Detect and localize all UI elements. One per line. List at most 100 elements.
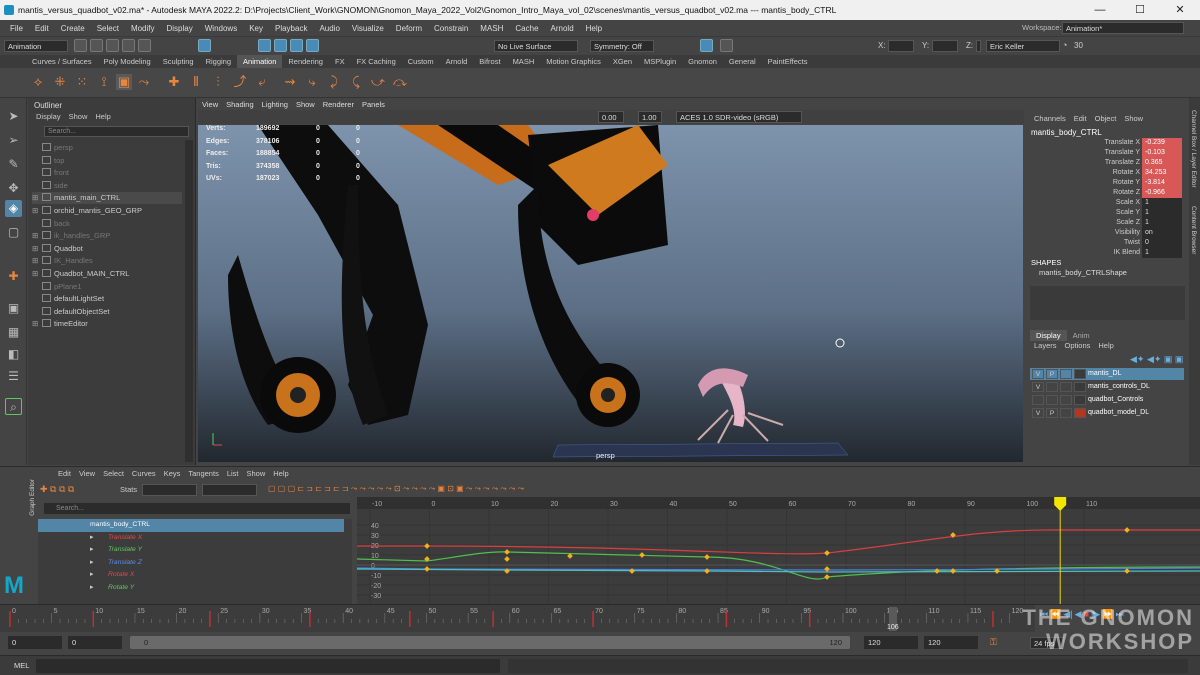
layer-row[interactable]: V Pmantis_DL bbox=[1030, 368, 1184, 380]
layer-visibility-toggle[interactable]: V bbox=[1032, 408, 1044, 418]
shelf-tab-curves-surfaces[interactable]: Curves / Surfaces bbox=[26, 55, 98, 68]
viewport-menu-shading[interactable]: Shading bbox=[222, 100, 258, 109]
expand-icon[interactable]: ⊞ bbox=[32, 243, 42, 255]
menu-edit[interactable]: Edit bbox=[29, 24, 55, 33]
outliner-item[interactable]: ⊞ IK_Handles bbox=[32, 255, 182, 267]
viewport-menu-panels[interactable]: Panels bbox=[358, 100, 389, 109]
layer-color-swatch[interactable] bbox=[1074, 382, 1086, 392]
graph-editor-menu-tangents[interactable]: Tangents bbox=[184, 469, 222, 478]
tangent-tools-icon[interactable]: ▢ ▢ ▢ ⊏ ⊐ ⊏ ⊐ ⊏ ⊐ ⤳ ⤳ ⤳ ⤳ ⤳ ⊡ ⤳ ⤳ ⤳ ⤳ ▣ … bbox=[268, 484, 524, 494]
live-surface-dropdown[interactable]: No Live Surface bbox=[494, 40, 578, 52]
channel-value-field[interactable]: on bbox=[1142, 228, 1182, 238]
snap-point-icon[interactable] bbox=[290, 39, 303, 52]
select-tool-icon[interactable]: ➤ bbox=[5, 108, 22, 125]
shelf-tab-rigging[interactable]: Rigging bbox=[200, 55, 237, 68]
new-scene-icon[interactable] bbox=[74, 39, 87, 52]
channel-row[interactable]: Twist 0 bbox=[1026, 238, 1186, 248]
outliner-search-input[interactable]: Search... bbox=[44, 126, 189, 137]
outliner-scrollbar[interactable] bbox=[185, 140, 193, 462]
undo-icon[interactable] bbox=[122, 39, 135, 52]
playback-end-field[interactable]: 120 bbox=[864, 636, 918, 649]
menu-key[interactable]: Key bbox=[243, 24, 269, 33]
stats-field-2[interactable] bbox=[202, 484, 257, 496]
layer-playback-toggle[interactable]: P bbox=[1046, 369, 1058, 379]
layer-visibility-toggle[interactable]: V bbox=[1032, 369, 1044, 379]
expand-icon[interactable]: ⊞ bbox=[32, 192, 42, 204]
layer-tab-display[interactable]: Display bbox=[1030, 330, 1067, 341]
outliner-menu-show[interactable]: Show bbox=[65, 112, 92, 121]
outliner-item[interactable]: back bbox=[32, 218, 182, 230]
outliner-item[interactable]: top bbox=[32, 155, 182, 167]
maximize-button[interactable]: ☐ bbox=[1120, 0, 1160, 20]
shelf-tab-mash[interactable]: MASH bbox=[507, 55, 541, 68]
layer-playback-toggle[interactable] bbox=[1046, 382, 1058, 392]
stats-field-1[interactable] bbox=[142, 484, 197, 496]
menu-deform[interactable]: Deform bbox=[390, 24, 428, 33]
menu-create[interactable]: Create bbox=[55, 24, 91, 33]
expand-icon[interactable]: ⊞ bbox=[32, 268, 42, 280]
key-translate-icon[interactable]: ⁜ bbox=[52, 74, 68, 90]
channel-value-field[interactable]: 1 bbox=[1142, 208, 1182, 218]
channel-row[interactable]: Translate X -0.239 bbox=[1026, 138, 1186, 148]
shelf-tab-motion-graphics[interactable]: Motion Graphics bbox=[540, 55, 607, 68]
auto-key-icon[interactable]: ⚿ bbox=[990, 637, 997, 648]
move-key-icon[interactable]: ✚ ⧉ ⧉ ⧉ bbox=[40, 484, 74, 495]
channel-row[interactable]: IK Blend 1 bbox=[1026, 248, 1186, 258]
keyframe-marker[interactable] bbox=[704, 568, 710, 574]
layer-color-swatch[interactable] bbox=[1074, 408, 1086, 418]
layout-outliner-icon[interactable]: ☰ bbox=[5, 368, 22, 385]
new-layer-icon[interactable]: ◀✦ ◀✦ ▣ ▣ bbox=[1130, 354, 1183, 365]
layout-single-icon[interactable]: ▣ bbox=[5, 300, 22, 317]
menu-visualize[interactable]: Visualize bbox=[346, 24, 390, 33]
lasso-tool-icon[interactable]: ➢ bbox=[5, 132, 22, 149]
menu-modify[interactable]: Modify bbox=[125, 24, 161, 33]
channel-box-menu-channels[interactable]: Channels bbox=[1030, 114, 1070, 123]
graph-editor-curve-view[interactable]: -10 0 10 20 30 40 50 60 70 80 90 100 110 40 30 20 10 0 -10… bbox=[357, 497, 1200, 605]
snap-curve-icon[interactable] bbox=[274, 39, 287, 52]
layer-display-type-toggle[interactable] bbox=[1060, 369, 1072, 379]
graph-editor-menu-curves[interactable]: Curves bbox=[128, 469, 160, 478]
channel-value-field[interactable]: 1 bbox=[1142, 248, 1182, 258]
menu-help[interactable]: Help bbox=[580, 24, 608, 33]
open-scene-icon[interactable] bbox=[90, 39, 103, 52]
shelf-tab-fx[interactable]: FX bbox=[329, 55, 351, 68]
outliner-menu-display[interactable]: Display bbox=[32, 112, 65, 121]
workspace-dropdown[interactable]: Animation* bbox=[1062, 22, 1184, 34]
constraint-orient-icon[interactable]: ⤸ bbox=[326, 74, 342, 90]
constraint-aim-icon[interactable]: ⤻ bbox=[370, 74, 386, 90]
scale-tool-icon[interactable]: ▢ bbox=[5, 224, 22, 241]
joint-tool-icon[interactable]: ✚ bbox=[166, 74, 182, 90]
channel-box-menu-show[interactable]: Show bbox=[1120, 114, 1147, 123]
layout-side-icon[interactable]: ◧ bbox=[5, 346, 22, 363]
snap-view-plane-icon[interactable] bbox=[306, 39, 319, 52]
channel-row[interactable]: Translate Y -0.103 bbox=[1026, 148, 1186, 158]
channel-row[interactable]: Translate Z 0.365 bbox=[1026, 158, 1186, 168]
constraint-scale-icon[interactable]: ⤹ bbox=[348, 74, 364, 90]
layer-color-swatch[interactable] bbox=[1074, 369, 1086, 379]
layer-playback-toggle[interactable] bbox=[1046, 395, 1058, 405]
side-tab-content-browser[interactable]: Content Browser bbox=[1190, 206, 1197, 254]
layer-color-swatch[interactable] bbox=[1074, 395, 1086, 405]
keyframe-marker[interactable] bbox=[824, 566, 830, 572]
render-frame-icon[interactable] bbox=[720, 39, 733, 52]
graph-editor-curve-item[interactable]: ▸ Translate Y bbox=[38, 544, 344, 557]
save-scene-icon[interactable] bbox=[106, 39, 119, 52]
y-field[interactable] bbox=[932, 40, 958, 52]
symmetry-dropdown[interactable]: Symmetry: Off bbox=[590, 40, 654, 52]
shelf-tab-gnomon[interactable]: Gnomon bbox=[682, 55, 723, 68]
graph-editor-curve-item[interactable]: ▸ Translate X bbox=[38, 532, 344, 545]
outliner-item[interactable]: ⊞ timeEditor bbox=[32, 318, 182, 330]
shelf-tab-arnold[interactable]: Arnold bbox=[440, 55, 474, 68]
shelf-tab-animation[interactable]: Animation bbox=[237, 55, 283, 68]
exposure-field[interactable]: 0.00 bbox=[598, 111, 624, 123]
ik-handle-icon[interactable]: ⫴ bbox=[188, 74, 204, 90]
outliner-item[interactable]: ⊞ orchid_mantis_GEO_GRP bbox=[32, 205, 182, 217]
channel-row[interactable]: Scale Z1 bbox=[1026, 218, 1186, 228]
key-scale-icon[interactable]: ⟟ bbox=[96, 74, 112, 90]
side-tab-channel-box[interactable]: Channel Box / Layer Editor bbox=[1190, 110, 1197, 188]
shelf-tab-fx-caching[interactable]: FX Caching bbox=[351, 55, 402, 68]
outliner-item[interactable]: defaultObjectSet bbox=[32, 306, 182, 318]
channel-row[interactable]: Rotate Y -3.814 bbox=[1026, 178, 1186, 188]
keyframe-marker[interactable] bbox=[639, 552, 645, 558]
channel-row[interactable]: Rotate Z -0.966 bbox=[1026, 188, 1186, 198]
